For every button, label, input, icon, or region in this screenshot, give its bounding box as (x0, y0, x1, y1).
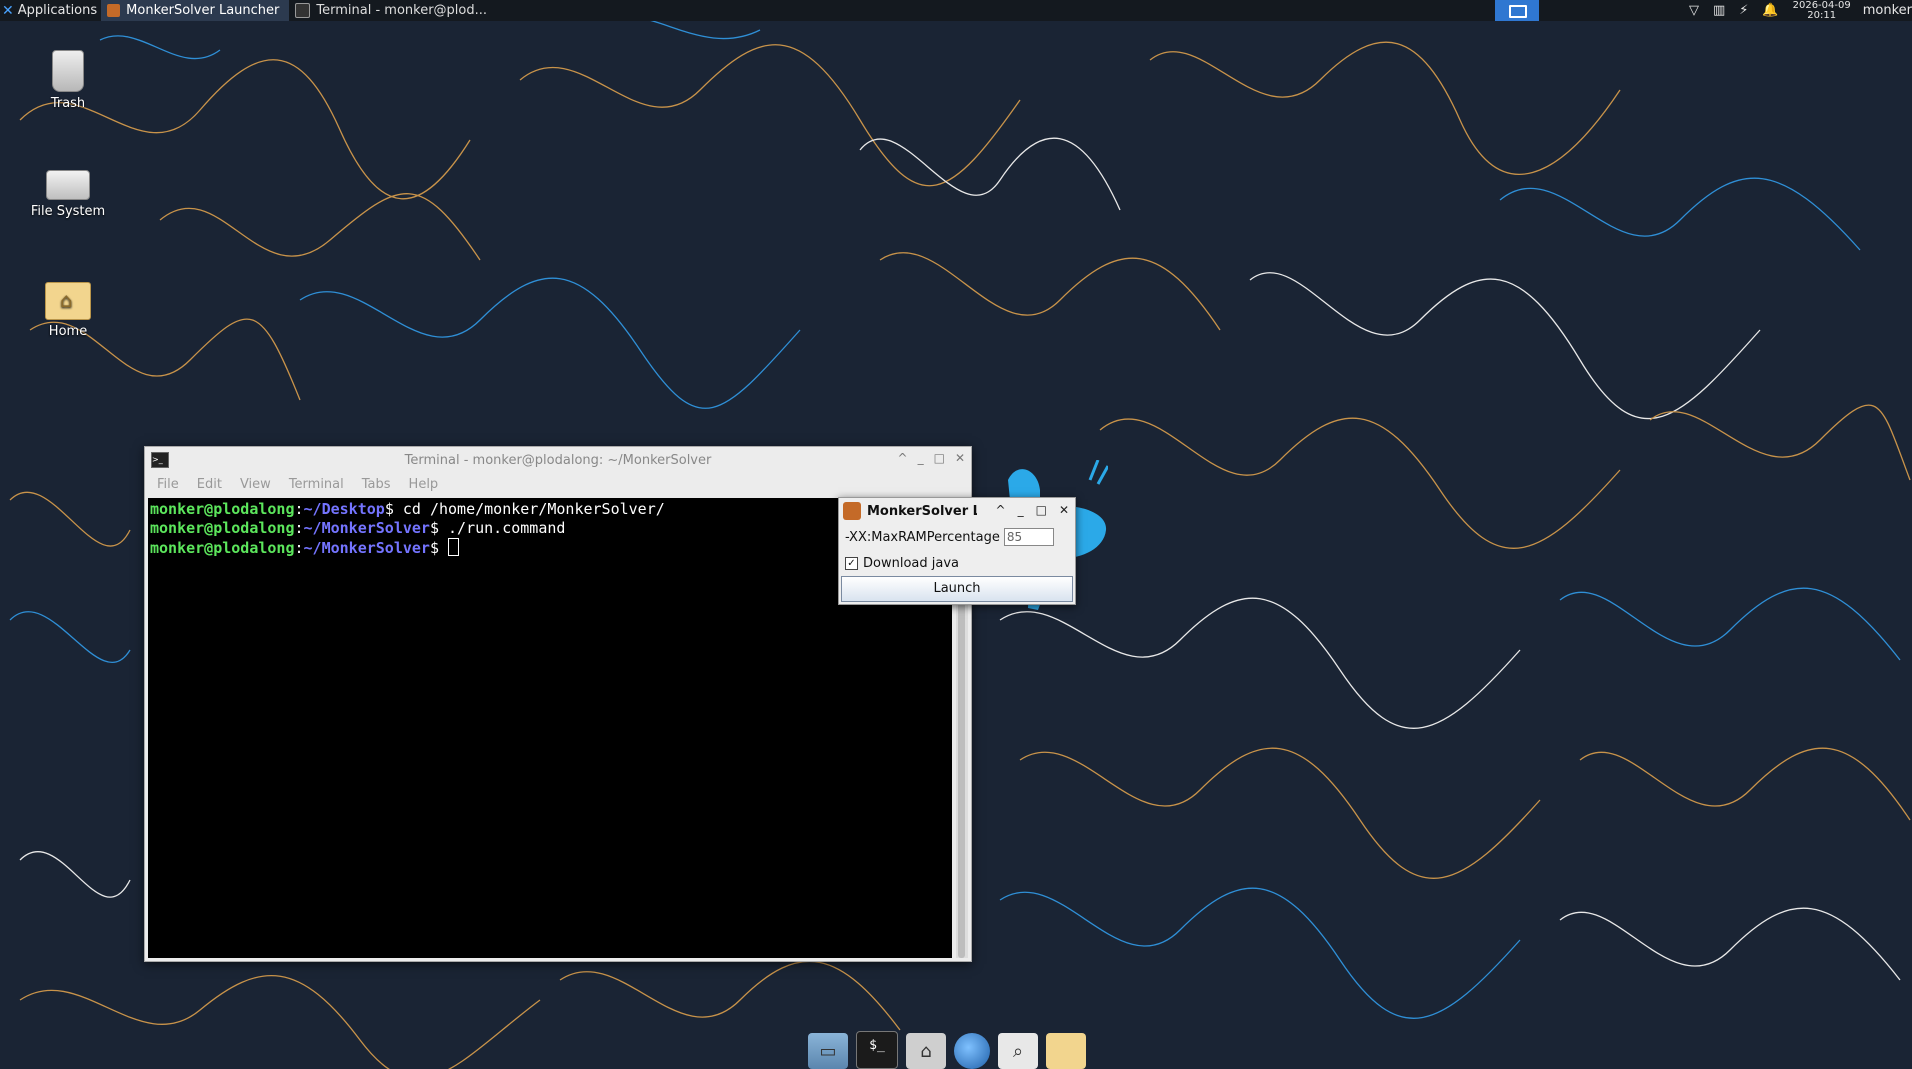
minimize-icon[interactable]: _ (1018, 503, 1024, 517)
network-disconnected-icon[interactable]: ▥ (1713, 3, 1725, 18)
user-menu[interactable]: monker (1863, 3, 1912, 18)
download-java-checkbox[interactable]: ✓ (845, 556, 858, 570)
dock-web-browser[interactable] (954, 1033, 990, 1069)
terminal-icon: >_ (151, 452, 169, 468)
workspace-switcher-button[interactable] (1494, 0, 1539, 21)
taskbar-item-label: MonkerSolver Launcher (126, 3, 280, 18)
ram-percentage-label: -XX:MaxRAMPercentage (845, 529, 1000, 545)
system-tray: ▽ ▥ ⚡ 🔔 (1689, 3, 1779, 18)
terminal-line: monker@plodalong:~/Desktop$ cd /home/mon… (150, 500, 665, 518)
home-icon: ⌂ (920, 1041, 932, 1062)
taskbar-item-monkersolver-launcher[interactable]: MonkerSolver Launcher (101, 0, 290, 21)
dock-folder[interactable] (1046, 1033, 1086, 1069)
terminal-cursor (448, 538, 460, 556)
shade-icon[interactable]: ^ (898, 451, 908, 465)
desktop-icon-label: Trash (50, 96, 86, 111)
maximize-icon[interactable]: □ (934, 451, 945, 465)
launcher-window-controls: ^ _ □ ✕ (996, 503, 1069, 517)
clock-date: 2026-04-09 (1792, 0, 1851, 11)
applications-menu-button[interactable]: ✕ Applications (0, 0, 101, 21)
xfce-logo-icon: ✕ (2, 2, 14, 19)
desktop-icon-label: File System (30, 204, 106, 219)
menu-help[interactable]: Help (409, 477, 439, 492)
show-desktop-icon: ▭ (819, 1041, 837, 1062)
taskbar-item-terminal[interactable]: Terminal - monker@plod... (289, 0, 497, 21)
terminal-menubar: File Edit View Terminal Tabs Help (145, 473, 971, 495)
menu-file[interactable]: File (157, 477, 179, 492)
launcher-title: MonkerSolver La (867, 503, 977, 519)
menu-edit[interactable]: Edit (197, 477, 222, 492)
power-icon[interactable]: ⚡ (1739, 3, 1748, 18)
monkersolver-app-icon (107, 4, 121, 17)
download-java-row: ✓ Download java (839, 550, 1075, 576)
dock: ▭ $_ ⌂ ⌕ (808, 1030, 1086, 1069)
launcher-titlebar[interactable]: MonkerSolver La ^ _ □ ✕ (839, 498, 1075, 524)
panel-clock[interactable]: 2026-04-09 20:11 (1792, 0, 1851, 21)
terminal-line: monker@plodalong:~/MonkerSolver$ (150, 538, 952, 558)
dock-app-finder[interactable]: ⌕ (998, 1033, 1038, 1069)
terminal-icon: $_ (869, 1038, 885, 1053)
desktop-icon-label: Home (48, 324, 88, 339)
dock-file-manager[interactable]: ⌂ (906, 1033, 946, 1069)
ram-percentage-row: -XX:MaxRAMPercentage (839, 524, 1075, 550)
launch-button[interactable]: Launch (841, 576, 1073, 602)
menu-tabs[interactable]: Tabs (362, 477, 391, 492)
menu-terminal[interactable]: Terminal (289, 477, 344, 492)
trash-icon (52, 50, 84, 92)
desktop-icon-home[interactable]: Home (20, 282, 116, 339)
terminal-window-controls: ^ _ □ ✕ (898, 451, 965, 465)
terminal-line: monker@plodalong:~/MonkerSolver$ ./run.c… (150, 519, 566, 537)
monkersolver-launcher-window[interactable]: MonkerSolver La ^ _ □ ✕ -XX:MaxRAMPercen… (838, 497, 1076, 605)
taskbar-item-label: Terminal - monker@plod... (316, 3, 488, 18)
home-folder-icon (45, 282, 91, 320)
terminal-app-icon (295, 3, 311, 18)
close-icon[interactable]: ✕ (1059, 503, 1069, 517)
maximize-icon[interactable]: □ (1036, 503, 1047, 517)
minimize-icon[interactable]: _ (918, 451, 924, 465)
dock-terminal[interactable]: $_ (856, 1031, 898, 1069)
shade-icon[interactable]: ^ (996, 503, 1006, 517)
clock-time: 20:11 (1807, 9, 1837, 21)
monkersolver-app-icon (843, 502, 861, 520)
applications-label: Applications (17, 3, 98, 18)
terminal-output[interactable]: monker@plodalong:~/Desktop$ cd /home/mon… (148, 498, 952, 958)
ram-percentage-input[interactable] (1003, 528, 1054, 546)
menu-view[interactable]: View (240, 477, 271, 492)
dock-show-desktop[interactable]: ▭ (808, 1033, 848, 1069)
download-java-label: Download java (863, 555, 959, 571)
notification-bell-icon[interactable]: 🔔 (1762, 3, 1778, 18)
hard-drive-icon (46, 170, 90, 200)
desktop-icon-file-system[interactable]: File System (20, 162, 116, 219)
desktop-icon-trash[interactable]: Trash (20, 50, 116, 111)
wifi-icon[interactable]: ▽ (1689, 3, 1699, 18)
top-panel: ✕ Applications MonkerSolver Launcher Ter… (0, 0, 1912, 21)
terminal-title: Terminal - monker@plodalong: ~/MonkerSol… (404, 452, 712, 468)
search-icon: ⌕ (1012, 1041, 1024, 1062)
terminal-titlebar[interactable]: >_ Terminal - monker@plodalong: ~/Monker… (145, 447, 971, 473)
close-icon[interactable]: ✕ (955, 451, 965, 465)
